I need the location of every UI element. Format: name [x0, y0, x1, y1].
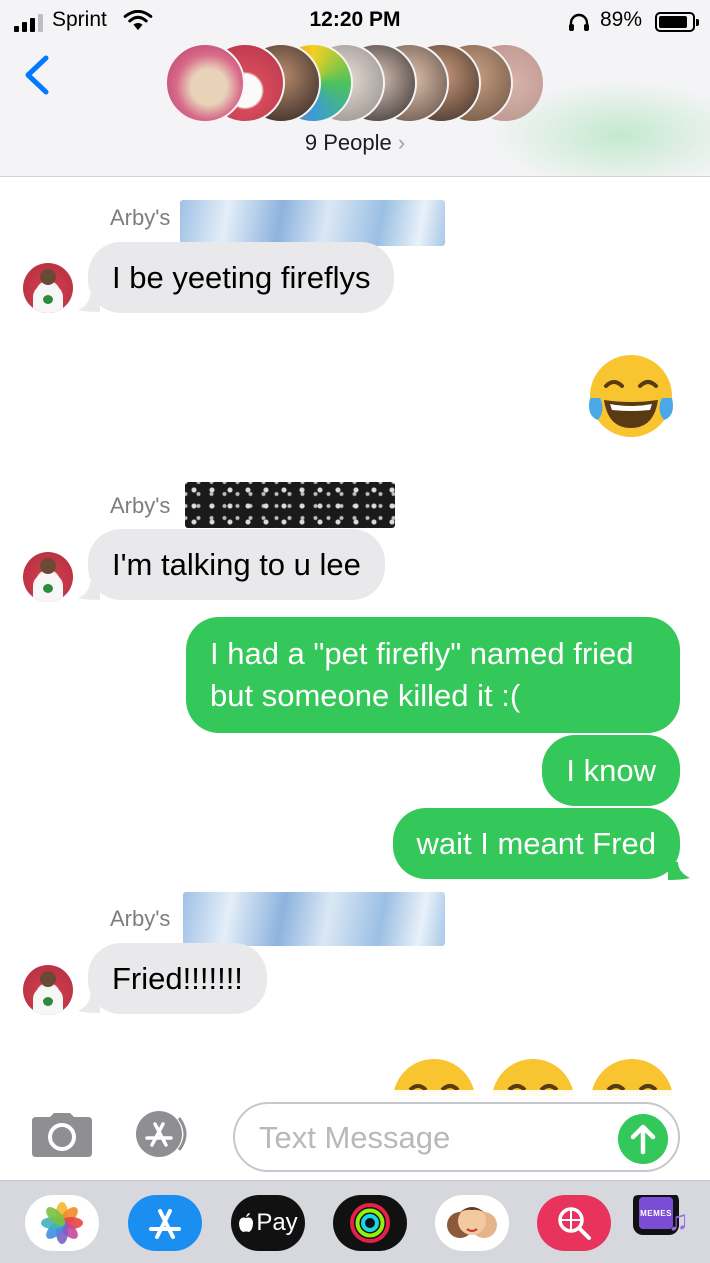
participant-avatar — [165, 43, 245, 123]
memes-app-button[interactable]: MEMES ♫ — [629, 1195, 689, 1251]
conversation-header: Sprint 12:20 PM 89% 9 People › — [0, 0, 710, 177]
music-note-icon: ♫ — [668, 1205, 689, 1236]
apple-pay-label: Pay — [256, 1209, 298, 1236]
sender-avatar[interactable] — [23, 552, 73, 602]
redacted-name-sticker — [180, 200, 445, 246]
photos-app-button[interactable] — [25, 1195, 99, 1251]
memoji-icon — [447, 1207, 497, 1238]
sender-name: Arby's — [110, 906, 171, 931]
sender-avatar[interactable] — [23, 263, 73, 313]
app-store-button-icon[interactable] — [133, 1110, 203, 1158]
sender-avatar[interactable] — [23, 965, 73, 1015]
status-bar: Sprint 12:20 PM 89% — [0, 6, 710, 36]
app-store-app-button[interactable] — [128, 1195, 202, 1251]
outgoing-message-bubble[interactable]: I know — [542, 735, 680, 806]
imessage-app-drawer: Pay MEMES ♫ — [0, 1180, 710, 1263]
web-search-app-button[interactable] — [537, 1195, 611, 1251]
app-store-icon — [149, 1209, 181, 1239]
send-arrow-icon[interactable] — [618, 1114, 668, 1164]
incoming-message-bubble[interactable]: I'm talking to u lee — [88, 529, 385, 600]
laughing-emoji-message[interactable] — [586, 354, 676, 445]
battery-percentage: 89% — [600, 8, 643, 31]
redacted-name-sticker — [183, 892, 445, 946]
apple-pay-app-button[interactable]: Pay — [231, 1195, 305, 1251]
camera-icon[interactable] — [32, 1113, 92, 1157]
participants-label: 9 People — [304, 130, 392, 155]
outgoing-message-bubble[interactable]: I had a "pet firefly" named fried but so… — [186, 617, 680, 733]
activity-icon — [350, 1203, 390, 1243]
group-participants-button[interactable]: 9 People › — [0, 130, 710, 156]
group-avatars[interactable] — [165, 43, 565, 123]
photos-icon — [41, 1202, 83, 1244]
battery-icon — [655, 12, 699, 32]
tears-of-joy-emoji-icon — [589, 355, 673, 437]
message-input[interactable] — [259, 1116, 619, 1160]
message-input-bar — [0, 1090, 710, 1180]
outgoing-message-bubble[interactable]: wait I meant Fred — [392, 808, 680, 879]
incoming-message-bubble[interactable]: I be yeeting fireflys — [88, 242, 395, 313]
web-search-icon — [558, 1207, 591, 1240]
memoji-app-button[interactable] — [435, 1195, 509, 1251]
apple-logo-icon — [239, 1213, 254, 1232]
redacted-name-sticker — [185, 482, 395, 528]
incoming-message-bubble[interactable]: Fried!!!!!!! — [88, 943, 267, 1014]
back-chevron-icon[interactable] — [18, 52, 58, 98]
activity-app-button[interactable] — [333, 1195, 407, 1251]
message-text-field[interactable] — [233, 1102, 680, 1172]
chevron-right-icon: › — [397, 130, 406, 155]
headphones-icon — [569, 13, 589, 31]
sender-name: Arby's — [110, 205, 171, 230]
sender-name: Arby's — [110, 493, 171, 518]
bubble-tail-icon — [668, 862, 690, 880]
